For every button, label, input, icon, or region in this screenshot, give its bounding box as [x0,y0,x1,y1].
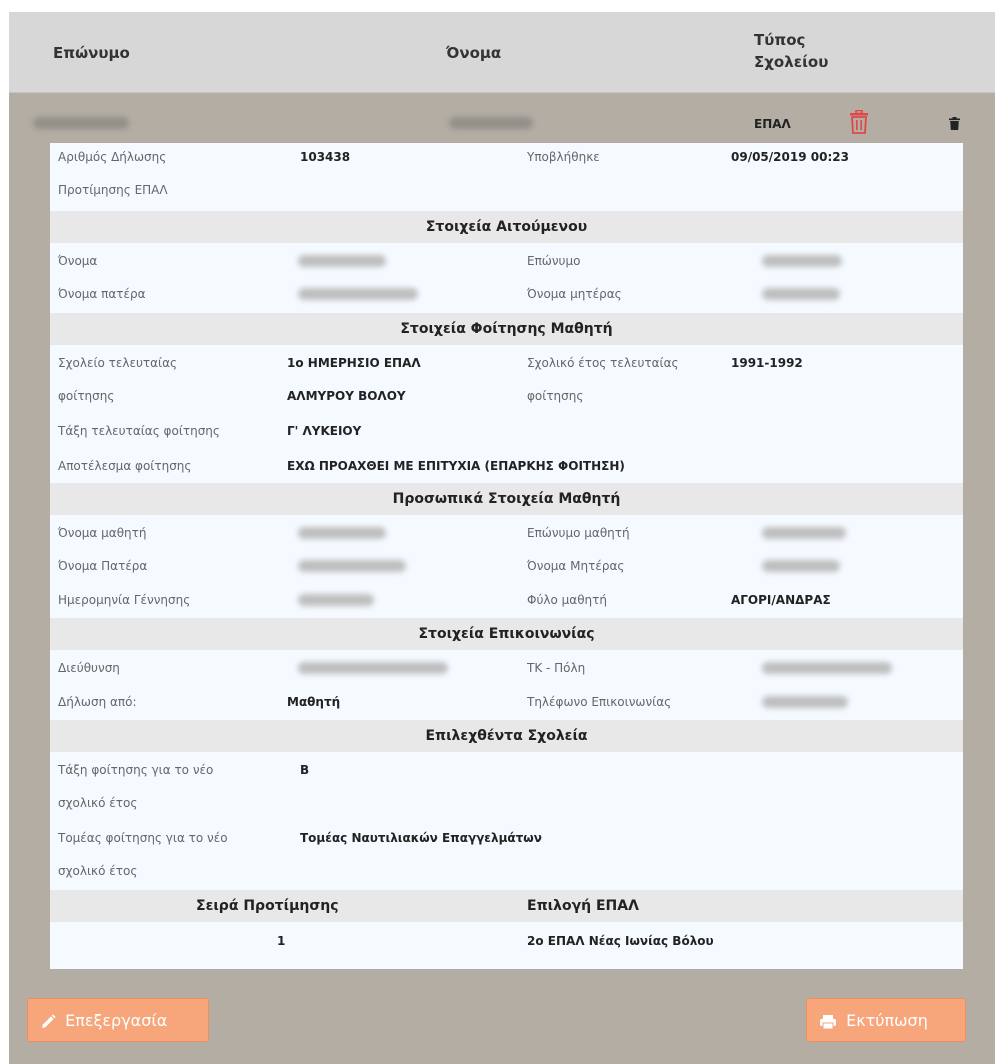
column-name[interactable]: Όνομα [446,44,501,62]
gender-value: ΑΓΟΡΙ/ΑΝΔΡΑΣ [731,593,831,607]
redacted-value [298,662,448,674]
column-school-type-line2: Σχολείου [754,53,829,71]
declared-by-value: Μαθητή [287,695,341,709]
declared-by-label: Δήλωση από: [58,695,137,709]
table-row[interactable]: ΕΠΑΛ [9,103,995,143]
phone-label: Τηλέφωνο Επικοινωνίας [527,695,672,709]
trash-icon[interactable] [949,115,960,134]
redacted-value [298,594,374,606]
edit-button-label: Επεξεργασία [65,1011,168,1030]
sector-value: Τομέας Ναυτιλιακών Επαγγελμάτων [300,831,542,845]
gender-label: Φύλο μαθητή [527,593,607,607]
last-school-value-1: 1ο ΗΜΕΡΗΣΙΟ ΕΠΑΛ [287,356,421,370]
pencil-icon [40,1011,65,1030]
applicant-mother-label: Όνομα μητέρας [527,287,622,301]
section-personal-header: Προσωπικά Στοιχεία Μαθητή [50,483,963,515]
birth-date-label: Ημερομηνία Γέννησης [58,593,191,607]
redacted-value [762,696,848,708]
print-button-label: Εκτύπωση [846,1011,928,1030]
application-number-value: 103438 [300,150,351,164]
redacted-value [762,527,846,539]
last-year-label-1: Σχολικό έτος τελευταίας [527,356,679,370]
application-list: Επώνυμο Όνομα Τύπος Σχολείου ΕΠΑΛ Αριθμό… [9,12,995,1064]
section-attendance-header: Στοιχεία Φοίτησης Μαθητή [50,313,963,345]
column-school-type[interactable]: Τύπος Σχολείου [754,31,828,71]
column-school-type-line1: Τύπος [754,31,806,49]
new-class-label-2: σχολικό έτος [58,796,138,810]
redacted-value [298,255,386,267]
last-school-value-2: ΑΛΜΥΡΟΥ ΒΟΛΟΥ [287,389,406,403]
submitted-label: Υποβλήθηκε [527,150,600,164]
postal-city-label: ΤΚ - Πόλη [527,661,586,675]
redacted-value [762,255,842,267]
sector-label-1: Τομέας φοίτησης για το νέο [58,831,228,845]
section-selected-header: Επιλεχθέντα Σχολεία [50,720,963,752]
application-number-label-2: Προτίμησης ΕΠΑΛ [58,183,168,197]
printer-icon [819,1011,846,1030]
section-contact-header: Στοιχεία Επικοινωνίας [50,618,963,650]
last-year-label-2: φοίτησης [527,389,584,403]
submitted-value: 09/05/2019 00:23 [731,150,849,164]
table-header: Επώνυμο Όνομα Τύπος Σχολείου [9,12,995,93]
preference-choice: 2ο ΕΠΑΛ Νέας Ιωνίας Βόλου [527,934,714,948]
column-surname[interactable]: Επώνυμο [53,44,130,62]
applicant-father-label: Όνομα πατέρα [58,287,146,301]
student-name-label: Όνομα μαθητή [58,526,147,540]
result-label: Αποτέλεσμα φοίτησης [58,459,192,473]
preference-order-column: Σειρά Προτίμησης [196,898,339,914]
edit-button[interactable]: Επεξεργασία [27,998,209,1042]
application-number-label-1: Αριθμός Δήλωσης [58,150,167,164]
last-year-value: 1991-1992 [731,356,803,370]
print-button[interactable]: Εκτύπωση [806,998,966,1042]
last-class-label: Τάξη τελευταίας φοίτησης [58,424,220,438]
sector-label-2: σχολικό έτος [58,864,138,878]
school-type-value: ΕΠΑΛ [754,117,791,131]
applicant-name-label: Όνομα [58,254,98,268]
preferences-header: Σειρά Προτίμησης Επιλογή ΕΠΑΛ [50,890,963,922]
student-father-label: Όνομα Πατέρα [58,559,148,573]
redacted-name [449,117,533,129]
redacted-value [298,288,418,300]
preference-order: 1 [277,934,286,948]
student-mother-label: Όνομα Μητέρας [527,559,625,573]
section-applicant-header: Στοιχεία Αιτούμενου [50,211,963,243]
result-value: ΕΧΩ ΠΡΟΑΧΘΕΙ ΜΕ ΕΠΙΤΥΧΙΑ (ΕΠΑΡΚΗΣ ΦΟΙΤΗΣ… [287,459,625,473]
applicant-surname-label: Επώνυμο [527,254,581,268]
application-details: Αριθμός Δήλωσης Προτίμησης ΕΠΑΛ 103438 Υ… [50,143,963,969]
preference-choice-column: Επιλογή ΕΠΑΛ [527,898,639,914]
new-class-value: Β [300,763,310,777]
address-label: Διεύθυνση [58,661,120,675]
redacted-value [762,288,840,300]
last-school-label-1: Σχολείο τελευταίας [58,356,178,370]
trash-icon[interactable] [849,109,869,138]
redacted-value [298,527,386,539]
student-surname-label: Επώνυμο μαθητή [527,526,630,540]
new-class-label-1: Τάξη φοίτησης για το νέο [58,763,214,777]
redacted-value [298,560,406,572]
redacted-value [762,662,892,674]
last-class-value: Γ' ΛΥΚΕΙΟΥ [287,424,362,438]
last-school-label-2: φοίτησης [58,389,115,403]
redacted-surname [33,117,129,129]
redacted-value [762,560,840,572]
